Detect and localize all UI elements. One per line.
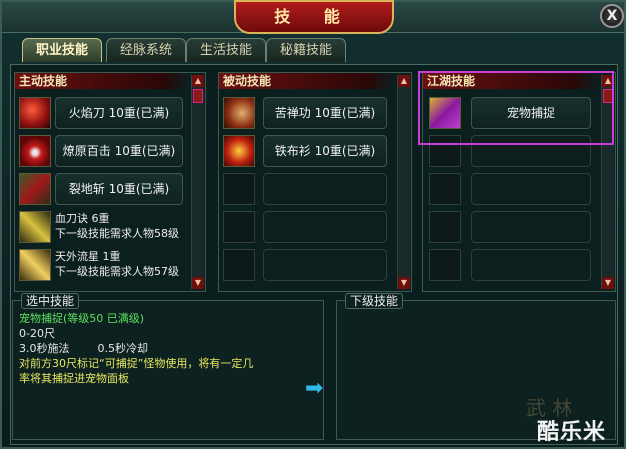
scroll-thumb[interactable] (193, 89, 203, 103)
earth-split-icon (19, 173, 51, 205)
jianghu-skills-header: 江湖技能 (423, 73, 599, 89)
skill-name: 宠物捕捉 (471, 97, 591, 129)
scroll-down-icon[interactable]: ▼ (192, 277, 204, 289)
empty-name-slot (471, 249, 591, 281)
passive-skills-panel: 被动技能 ▲ ▼ 苦禅功 10重(已满) 铁布衫 10重(已满) (218, 72, 412, 292)
skill-slot-iron-shirt[interactable]: 铁布衫 10重(已满) (223, 135, 389, 169)
skill-desc: 天外流星 1重 下一级技能需求人物57级 (55, 249, 179, 279)
empty-name-slot (471, 173, 591, 205)
active-skills-header: 主动技能 (15, 73, 189, 89)
empty-skill-slot (223, 211, 389, 245)
active-skills-scrollbar[interactable]: ▲ ▼ (191, 75, 204, 289)
selected-skill-box: 选中技能 宠物捕捉(等级50 已满级) 0-20尺 3.0秒施法 0.5秒冷却 … (12, 293, 324, 440)
skill-slot-meteor[interactable]: 天外流星 1重 下一级技能需求人物57级 (19, 249, 185, 283)
skill-name: 火焰刀 10重(已满) (55, 97, 183, 129)
empty-skill-slot (223, 249, 389, 283)
skill-name: 燎原百击 10重(已满) (55, 135, 183, 167)
selected-skill-cast: 3.0秒施法 0.5秒冷却 (19, 342, 148, 355)
skills-window: 技 能 X 职业技能 经脉系统 生活技能 秘籍技能 主动技能 ▲ ▼ 火焰刀 1… (0, 0, 626, 449)
empty-name-slot (263, 173, 387, 205)
iron-shirt-icon (223, 135, 255, 167)
empty-name-slot (263, 211, 387, 243)
close-button[interactable]: X (600, 4, 624, 28)
skill-requirement: 下一级技能需求人物57级 (55, 265, 179, 278)
empty-skill-slot (223, 173, 389, 207)
skill-name: 裂地斩 10重(已满) (55, 173, 183, 205)
scroll-up-icon[interactable]: ▲ (602, 75, 614, 87)
empty-icon-slot (429, 211, 461, 243)
skill-slot-earth-split[interactable]: 裂地斩 10重(已满) (19, 173, 185, 207)
active-skills-panel: 主动技能 ▲ ▼ 火焰刀 10重(已满) 燎原百击 10重(已满) 裂地斩 10… (14, 72, 206, 292)
tab-meridian-system[interactable]: 经脉系统 (106, 38, 186, 62)
skill-slot-blood-blade[interactable]: 血刀诀 6重 下一级技能需求人物58级 (19, 211, 185, 245)
empty-skill-slot (429, 211, 593, 245)
empty-icon-slot (429, 249, 461, 281)
tab-career-skills[interactable]: 职业技能 (22, 38, 102, 62)
jianghu-skills-panel: 江湖技能 ▲ ▼ 宠物捕捉 (422, 72, 616, 292)
empty-skill-slot (429, 249, 593, 283)
fire-blade-icon (19, 97, 51, 129)
title-bar: 技 能 X (2, 0, 624, 34)
skill-slot-prairie-fire[interactable]: 燎原百击 10重(已满) (19, 135, 185, 169)
empty-name-slot (471, 135, 591, 167)
pet-capture-icon (429, 97, 461, 129)
skill-slot-fire-blade[interactable]: 火焰刀 10重(已满) (19, 97, 185, 131)
blood-blade-icon (19, 211, 51, 243)
selected-skill-label: 选中技能 (21, 293, 80, 309)
empty-icon-slot (223, 211, 255, 243)
scroll-down-icon[interactable]: ▼ (398, 277, 410, 289)
passive-skills-header: 被动技能 (219, 73, 395, 89)
selected-skill-range: 0-20尺 (19, 327, 55, 340)
scroll-down-icon[interactable]: ▼ (602, 277, 614, 289)
meteor-icon (19, 249, 51, 281)
scroll-up-icon[interactable]: ▲ (192, 75, 204, 87)
skill-name: 血刀诀 6重 (55, 212, 110, 225)
empty-icon-slot (429, 135, 461, 167)
skill-desc: 血刀诀 6重 下一级技能需求人物58级 (55, 211, 179, 241)
next-level-label: 下级技能 (345, 293, 404, 309)
passive-skills-scrollbar[interactable]: ▲ ▼ (397, 75, 410, 289)
selected-skill-desc-cont: 率将其捕捉进宠物面板 (19, 372, 129, 385)
empty-icon-slot (223, 249, 255, 281)
jianghu-skills-scrollbar[interactable]: ▲ ▼ (601, 75, 614, 289)
window-title: 技 能 (234, 0, 394, 34)
skill-name: 苦禅功 10重(已满) (263, 97, 387, 129)
skill-name: 铁布衫 10重(已满) (263, 135, 387, 167)
scroll-thumb[interactable] (603, 89, 613, 103)
empty-skill-slot (429, 135, 593, 169)
scroll-up-icon[interactable]: ▲ (398, 75, 410, 87)
skill-slot-zen[interactable]: 苦禅功 10重(已满) (223, 97, 389, 131)
watermark: 酷乐米 (537, 420, 607, 445)
tab-life-skills[interactable]: 生活技能 (186, 38, 266, 62)
empty-icon-slot (223, 173, 255, 205)
tab-secret-skills[interactable]: 秘籍技能 (266, 38, 346, 62)
arrow-right-icon: ➡ (305, 376, 324, 401)
selected-skill-title: 宠物捕捉(等级50 已满级) (19, 312, 145, 325)
skill-slot-pet-capture[interactable]: 宠物捕捉 (429, 97, 593, 131)
empty-name-slot (263, 249, 387, 281)
prairie-fire-icon (19, 135, 51, 167)
skill-name: 天外流星 1重 (55, 250, 121, 263)
empty-skill-slot (429, 173, 593, 207)
selected-skill-desc: 对前方30尺标记“可捕捉”怪物使用，将有一定几 (19, 357, 254, 370)
zen-skill-icon (223, 97, 255, 129)
empty-name-slot (471, 211, 591, 243)
empty-icon-slot (429, 173, 461, 205)
skill-requirement: 下一级技能需求人物58级 (55, 227, 179, 240)
